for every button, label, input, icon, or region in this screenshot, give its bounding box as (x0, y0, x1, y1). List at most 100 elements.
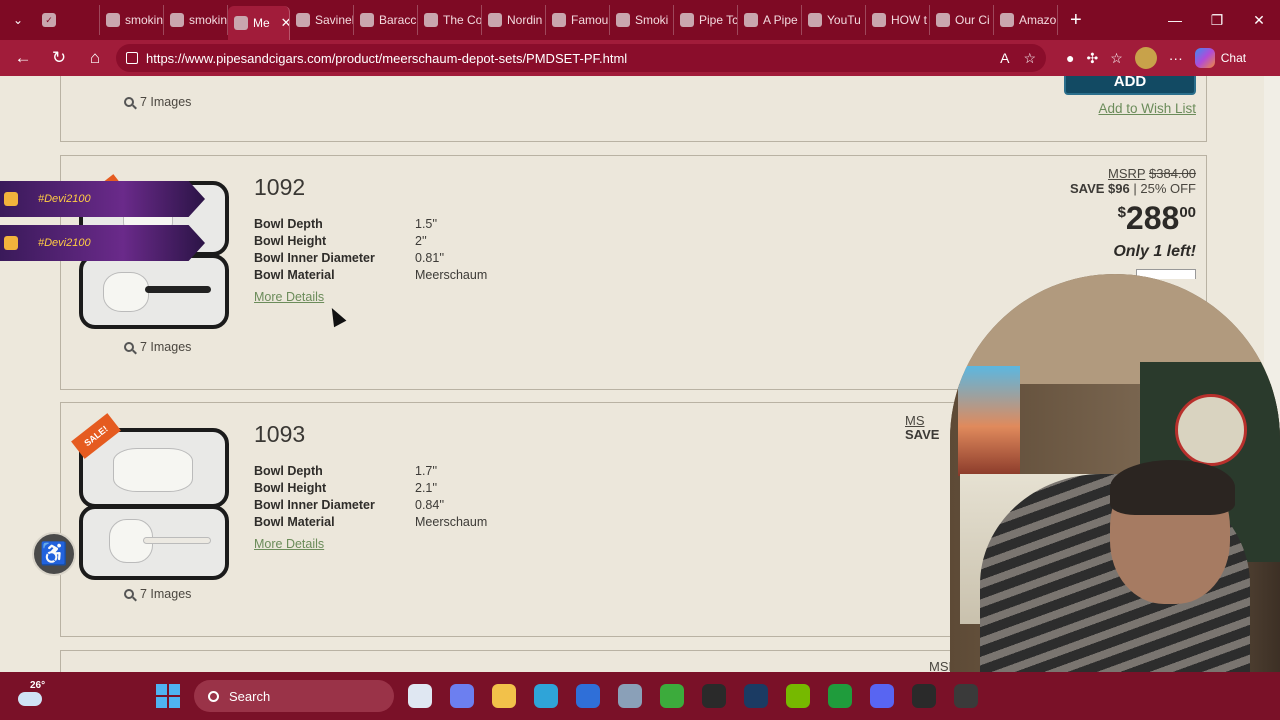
home-icon[interactable]: ⌂ (80, 43, 110, 73)
search-icon (208, 690, 219, 702)
obs-icon[interactable] (912, 684, 936, 708)
banner-text: #Devi2100 (38, 193, 91, 205)
tab-11[interactable]: A Pipe (738, 5, 802, 35)
banner-text: #Devi2100 (38, 237, 91, 249)
start-icon[interactable] (152, 680, 184, 712)
minimize-icon[interactable]: — (1154, 12, 1196, 29)
tab-label: The Co (443, 13, 482, 27)
tab-favicon-icon (1000, 13, 1014, 27)
favorite-star-icon[interactable]: ☆ (1023, 50, 1036, 67)
save-amount: SAVE (905, 427, 940, 442)
add-to-wish-list-link[interactable]: Add to Wish List (1098, 101, 1196, 116)
url-text: https://www.pipesandcigars.com/product/m… (146, 50, 628, 66)
tab-label: Smoki (635, 13, 669, 27)
tab-15[interactable]: Amazo (994, 5, 1058, 35)
url-field[interactable]: https://www.pipesandcigars.com/product/m… (116, 44, 1046, 72)
banner-icon (4, 236, 18, 250)
more-details-link[interactable]: More Details (254, 290, 324, 304)
images-label: 7 Images (140, 95, 192, 109)
xbox-icon[interactable] (660, 684, 684, 708)
close-tab-icon[interactable]: ✕ (281, 15, 289, 31)
webcam-flag-emblem (1175, 394, 1247, 466)
steam-icon[interactable] (744, 684, 768, 708)
spec-key: Bowl Depth (254, 216, 323, 231)
tab-9[interactable]: Smoki (610, 5, 674, 35)
more-menu-icon[interactable]: ··· (1169, 50, 1183, 66)
explorer-icon[interactable] (492, 684, 516, 708)
tab-7[interactable]: Nordin (482, 5, 546, 35)
speed-icon[interactable] (954, 684, 978, 708)
spec-value: 2'' (415, 233, 427, 248)
new-tab-button[interactable]: + (1058, 9, 1094, 32)
refresh-icon[interactable]: ↻ (44, 43, 74, 73)
spec-row: Bowl Depth 1.7'' (254, 462, 487, 479)
spec-row: Bowl Material Meerschaum (254, 266, 487, 283)
more-details-link[interactable]: More Details (254, 537, 324, 551)
case-bottom (79, 505, 229, 580)
tab-8[interactable]: Famou (546, 5, 610, 35)
discord-icon[interactable] (870, 684, 894, 708)
restore-icon[interactable]: ❐ (1196, 12, 1238, 29)
tab-actions-chevron-icon[interactable]: ⌄ (0, 0, 36, 40)
tab-6[interactable]: The Co (418, 5, 482, 35)
case-bottom (79, 254, 229, 329)
msrp-price: $384.00 (1149, 166, 1196, 181)
tab-0[interactable]: ✓ (36, 5, 100, 35)
magnifier-icon (124, 589, 134, 599)
save-percent: | 25% OFF (1133, 181, 1196, 196)
copilot-chat-button[interactable]: Chat (1194, 48, 1246, 68)
sale-price: $28800 (1070, 200, 1196, 237)
product-card-previous: 7 Images ADD Add to Wish List (60, 76, 1207, 142)
tab-14[interactable]: Our Ci (930, 5, 994, 35)
weather-icon (18, 692, 42, 706)
webcam-hair (1110, 460, 1235, 515)
tab-3[interactable]: Me ✕ (228, 6, 290, 40)
tab-label: smokin (125, 13, 164, 27)
images-link[interactable]: 7 Images (124, 587, 191, 601)
pipe-bowl (103, 272, 149, 312)
product-sku: 1092 (254, 174, 306, 200)
favorites-icon[interactable]: ☆ (1110, 50, 1123, 67)
weather-widget[interactable]: 26° (16, 680, 52, 710)
tab-label: smokin (189, 13, 228, 27)
close-window-icon[interactable]: ✕ (1238, 12, 1280, 29)
msrp-label: MS (905, 413, 925, 428)
tab-10[interactable]: Pipe Tc (674, 5, 738, 35)
profile-avatar[interactable] (1134, 47, 1157, 69)
tab-4[interactable]: Savinel (290, 5, 354, 35)
extensions-puzzle-icon[interactable]: ✣ (1086, 50, 1098, 67)
gamepass-icon[interactable] (828, 684, 852, 708)
settings-icon[interactable] (618, 684, 642, 708)
tab-favicon-icon (616, 13, 630, 27)
images-label: 7 Images (140, 587, 192, 601)
tab-favicon-icon: ✓ (42, 13, 56, 27)
edge-icon[interactable] (534, 684, 558, 708)
outlook-icon[interactable] (576, 684, 600, 708)
images-link[interactable]: 7 Images (124, 95, 191, 109)
spec-value: 1.7'' (415, 463, 438, 478)
tab-label: YouTu (827, 13, 861, 27)
nvidia-icon[interactable] (786, 684, 810, 708)
tab-label: Savinel (315, 13, 354, 27)
copilot-icon[interactable] (450, 684, 474, 708)
epic-icon[interactable] (702, 684, 726, 708)
tab-13[interactable]: HOW t (866, 5, 930, 35)
add-to-cart-button[interactable]: ADD (1064, 76, 1196, 95)
back-icon[interactable]: ← (8, 43, 38, 73)
extension-icon[interactable]: ● (1066, 50, 1074, 66)
spec-key: Bowl Depth (254, 463, 323, 478)
msrp: MSRP $384.00 (1070, 166, 1196, 181)
tab-12[interactable]: YouTu (802, 5, 866, 35)
read-aloud-icon[interactable]: A (1000, 50, 1009, 67)
images-link[interactable]: 7 Images (124, 340, 191, 354)
tab-label: Amazo (1019, 13, 1057, 27)
taskbar-search[interactable]: Search (194, 680, 394, 712)
tab-2[interactable]: smokin (164, 5, 228, 35)
price-cents: 00 (1179, 204, 1196, 221)
accessibility-icon[interactable]: ♿ (32, 532, 76, 576)
spec-row: Bowl Material Meerschaum (254, 513, 487, 530)
tab-5[interactable]: Baracc (354, 5, 418, 35)
files-icon[interactable] (408, 684, 432, 708)
tab-label: Our Ci (955, 13, 990, 27)
tab-1[interactable]: smokin (100, 5, 164, 35)
